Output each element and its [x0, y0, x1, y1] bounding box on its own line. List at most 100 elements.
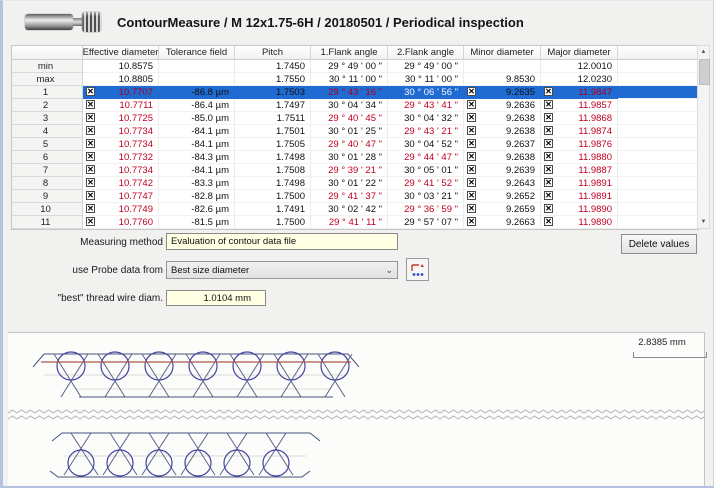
cell-tolerance[interactable] — [159, 60, 235, 73]
cell-flank2[interactable]: 30 ° 04 ' 32 " — [388, 112, 464, 125]
checkbox-icon[interactable]: ✕ — [86, 191, 95, 200]
cell-flank1[interactable]: 30 ° 01 ' 22 " — [311, 177, 388, 190]
table-row[interactable]: 1✕10.7707-86.8 µm1.750329 ° 43 ' 16 "30 … — [12, 86, 698, 99]
cell-pitch[interactable]: 1.7450 — [235, 60, 311, 73]
cell-minor[interactable]: ✕9.2637 — [464, 138, 541, 151]
column-header[interactable]: 2.Flank angle — [388, 46, 464, 60]
cell-effective[interactable]: ✕10.7707 — [83, 86, 159, 99]
table-row[interactable]: 9✕10.7747-82.8 µm1.750029 ° 41 ' 37 "30 … — [12, 190, 698, 203]
cell-pitch[interactable]: 1.7497 — [235, 99, 311, 112]
delete-values-button[interactable]: Delete values — [621, 234, 697, 254]
cell-pitch[interactable]: 1.7491 — [235, 203, 311, 216]
cell-effective[interactable]: ✕10.7760 — [83, 216, 159, 229]
checkbox-icon[interactable]: ✕ — [467, 191, 476, 200]
cell-flank1[interactable]: 30 ° 01 ' 28 " — [311, 151, 388, 164]
column-header[interactable]: Tolerance field — [159, 46, 235, 60]
cell-flank1[interactable]: 30 ° 11 ' 00 " — [311, 73, 388, 86]
table-row[interactable]: 2✕10.7711-86.4 µm1.749730 ° 04 ' 34 "29 … — [12, 99, 698, 112]
row-label[interactable]: 6 — [12, 151, 83, 164]
cell-tolerance[interactable] — [159, 73, 235, 86]
cell-flank1[interactable]: 30 ° 01 ' 25 " — [311, 125, 388, 138]
cell-effective[interactable]: ✕10.7734 — [83, 125, 159, 138]
cell-major[interactable]: ✕11.9887 — [541, 164, 618, 177]
checkbox-icon[interactable]: ✕ — [86, 113, 95, 122]
cell-minor[interactable]: ✕9.2643 — [464, 177, 541, 190]
cell-flank2[interactable]: 30 ° 05 ' 01 " — [388, 164, 464, 177]
cell-flank1[interactable]: 29 ° 41 ' 37 " — [311, 190, 388, 203]
checkbox-icon[interactable]: ✕ — [544, 217, 553, 226]
measuring-method-input[interactable] — [166, 233, 398, 250]
row-label[interactable]: 5 — [12, 138, 83, 151]
cell-major[interactable]: ✕11.9890 — [541, 216, 618, 229]
cell-tolerance[interactable]: -86.8 µm — [159, 86, 235, 99]
cell-effective[interactable]: ✕10.7734 — [83, 164, 159, 177]
checkbox-icon[interactable]: ✕ — [86, 178, 95, 187]
checkbox-icon[interactable]: ✕ — [467, 217, 476, 226]
cell-tolerance[interactable]: -83.3 µm — [159, 177, 235, 190]
cell-effective[interactable]: ✕10.7725 — [83, 112, 159, 125]
table-scrollbar[interactable]: ▲ ▼ — [697, 45, 710, 229]
cell-minor[interactable]: ✕9.2635 — [464, 86, 541, 99]
cell-pitch[interactable]: 1.7501 — [235, 125, 311, 138]
cell-flank1[interactable]: 29 ° 49 ' 00 " — [311, 60, 388, 73]
cell-effective[interactable]: ✕10.7711 — [83, 99, 159, 112]
checkbox-icon[interactable]: ✕ — [86, 87, 95, 96]
cell-effective[interactable]: ✕10.7749 — [83, 203, 159, 216]
cell-flank1[interactable]: 30 ° 02 ' 42 " — [311, 203, 388, 216]
cell-flank2[interactable]: 30 ° 04 ' 52 " — [388, 138, 464, 151]
checkbox-icon[interactable]: ✕ — [86, 204, 95, 213]
cell-tolerance[interactable]: -86.4 µm — [159, 99, 235, 112]
cell-tolerance[interactable]: -82.8 µm — [159, 190, 235, 203]
cell-minor[interactable]: ✕9.2636 — [464, 99, 541, 112]
cell-minor[interactable]: 9.8530 — [464, 73, 541, 86]
cell-flank1[interactable]: 29 ° 40 ' 45 " — [311, 112, 388, 125]
row-label[interactable]: 10 — [12, 203, 83, 216]
checkbox-icon[interactable]: ✕ — [86, 152, 95, 161]
column-header[interactable]: Minor diameter — [464, 46, 541, 60]
checkbox-icon[interactable]: ✕ — [467, 204, 476, 213]
row-label[interactable]: 3 — [12, 112, 83, 125]
cell-flank1[interactable]: 29 ° 40 ' 47 " — [311, 138, 388, 151]
column-header[interactable]: Pitch — [235, 46, 311, 60]
cell-major[interactable]: ✕11.9847 — [541, 86, 618, 99]
cell-minor[interactable]: ✕9.2638 — [464, 125, 541, 138]
checkbox-icon[interactable]: ✕ — [467, 178, 476, 187]
probe-data-tool-button[interactable] — [406, 258, 429, 281]
cell-tolerance[interactable]: -85.0 µm — [159, 112, 235, 125]
checkbox-icon[interactable]: ✕ — [467, 113, 476, 122]
checkbox-icon[interactable]: ✕ — [86, 100, 95, 109]
row-label[interactable]: 4 — [12, 125, 83, 138]
row-label[interactable]: 2 — [12, 99, 83, 112]
cell-tolerance[interactable]: -81.5 µm — [159, 216, 235, 229]
column-header[interactable]: Effective diameter — [83, 46, 159, 60]
checkbox-icon[interactable]: ✕ — [467, 126, 476, 135]
cell-major[interactable]: 12.0010 — [541, 60, 618, 73]
cell-flank2[interactable]: 29 ° 41 ' 52 " — [388, 177, 464, 190]
cell-effective[interactable]: 10.8575 — [83, 60, 159, 73]
cell-minor[interactable] — [464, 60, 541, 73]
table-row[interactable]: min10.85751.745029 ° 49 ' 00 "29 ° 49 ' … — [12, 60, 698, 73]
table-row[interactable]: 5✕10.7734-84.1 µm1.750529 ° 40 ' 47 "30 … — [12, 138, 698, 151]
cell-minor[interactable]: ✕9.2639 — [464, 164, 541, 177]
cell-pitch[interactable]: 1.7503 — [235, 86, 311, 99]
cell-major[interactable]: ✕11.9880 — [541, 151, 618, 164]
scroll-down-icon[interactable]: ▼ — [698, 216, 709, 228]
column-header[interactable]: 1.Flank angle — [311, 46, 388, 60]
checkbox-icon[interactable]: ✕ — [86, 217, 95, 226]
cell-flank1[interactable]: 29 ° 41 ' 11 " — [311, 216, 388, 229]
cell-effective[interactable]: ✕10.7732 — [83, 151, 159, 164]
row-label[interactable]: max — [12, 73, 83, 86]
checkbox-icon[interactable]: ✕ — [544, 126, 553, 135]
cell-tolerance[interactable]: -82.6 µm — [159, 203, 235, 216]
cell-major[interactable]: ✕11.9890 — [541, 203, 618, 216]
table-row[interactable]: 4✕10.7734-84.1 µm1.750130 ° 01 ' 25 "29 … — [12, 125, 698, 138]
checkbox-icon[interactable]: ✕ — [544, 204, 553, 213]
cell-pitch[interactable]: 1.7550 — [235, 73, 311, 86]
cell-minor[interactable]: ✕9.2638 — [464, 151, 541, 164]
row-label[interactable]: 1 — [12, 86, 83, 99]
checkbox-icon[interactable]: ✕ — [86, 139, 95, 148]
cell-flank2[interactable]: 30 ° 03 ' 21 " — [388, 190, 464, 203]
checkbox-icon[interactable]: ✕ — [544, 152, 553, 161]
row-label[interactable]: 11 — [12, 216, 83, 229]
cell-flank2[interactable]: 29 ° 44 ' 47 " — [388, 151, 464, 164]
